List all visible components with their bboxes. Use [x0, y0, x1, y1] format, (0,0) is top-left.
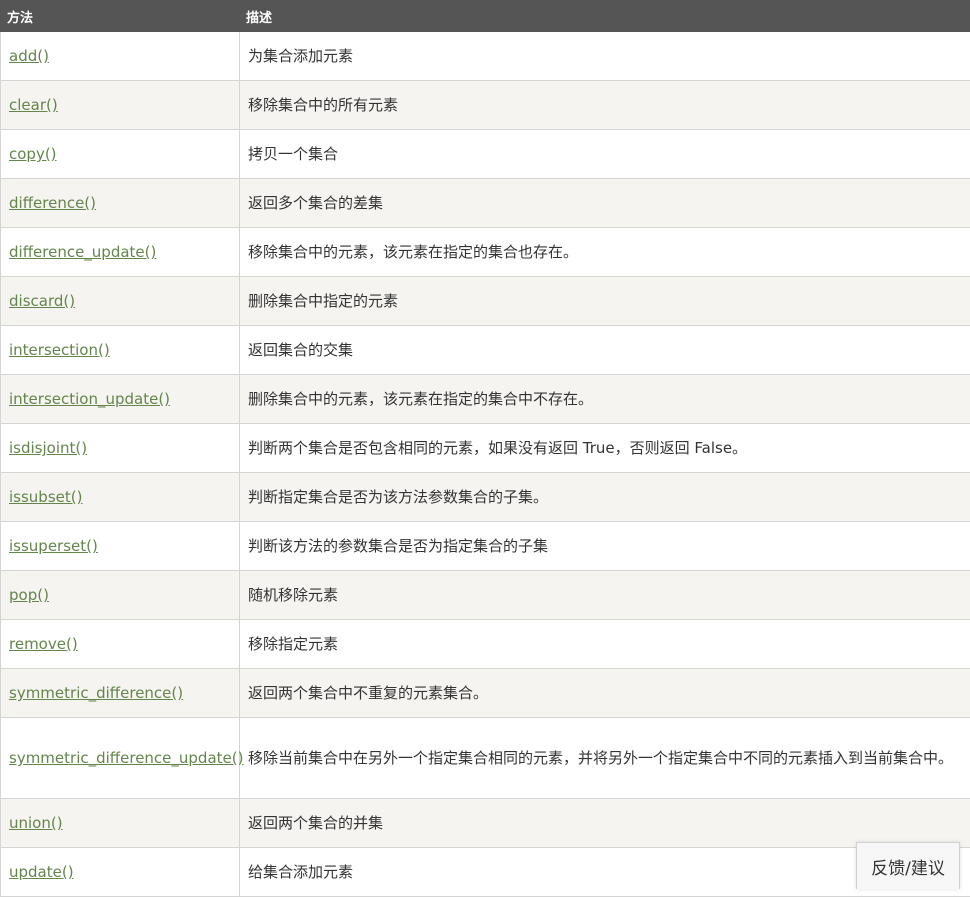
method-link-discard[interactable]: discard() [9, 292, 75, 310]
description-cell: 删除集合中指定的元素 [240, 277, 970, 326]
description-cell: 移除当前集合中在另外一个指定集合相同的元素，并将另外一个指定集合中不同的元素插入… [240, 718, 970, 799]
method-link-update[interactable]: update() [9, 863, 74, 881]
description-cell: 判断指定集合是否为该方法参数集合的子集。 [240, 473, 970, 522]
method-link-difference[interactable]: difference() [9, 194, 96, 212]
description-cell: 为集合添加元素 [240, 32, 970, 81]
table-row: intersection_update() 删除集合中的元素，该元素在指定的集合… [1, 375, 970, 424]
set-methods-table: 方法 描述 add() 为集合添加元素 clear() 移除集合中的所有元素 c… [0, 0, 970, 897]
table-row: pop() 随机移除元素 [1, 571, 970, 620]
table-row: intersection() 返回集合的交集 [1, 326, 970, 375]
method-link-intersection-update[interactable]: intersection_update() [9, 390, 170, 408]
method-link-add[interactable]: add() [9, 47, 49, 65]
method-link-symmetric-difference-update[interactable]: symmetric_difference_update() [9, 749, 243, 767]
method-link-remove[interactable]: remove() [9, 635, 78, 653]
table-row: remove() 移除指定元素 [1, 620, 970, 669]
table-row: symmetric_difference_update() 移除当前集合中在另外… [1, 718, 970, 799]
table-row: add() 为集合添加元素 [1, 32, 970, 81]
description-cell: 返回两个集合中不重复的元素集合。 [240, 669, 970, 718]
table-row: difference_update() 移除集合中的元素，该元素在指定的集合也存… [1, 228, 970, 277]
table-row: clear() 移除集合中的所有元素 [1, 81, 970, 130]
method-link-issubset[interactable]: issubset() [9, 488, 82, 506]
method-link-issuperset[interactable]: issuperset() [9, 537, 98, 555]
method-link-isdisjoint[interactable]: isdisjoint() [9, 439, 87, 457]
table-row: copy() 拷贝一个集合 [1, 130, 970, 179]
table-header-row: 方法 描述 [1, 1, 970, 32]
table-row: isdisjoint() 判断两个集合是否包含相同的元素，如果没有返回 True… [1, 424, 970, 473]
set-methods-table-container: 方法 描述 add() 为集合添加元素 clear() 移除集合中的所有元素 c… [0, 0, 970, 897]
method-link-symmetric-difference[interactable]: symmetric_difference() [9, 684, 183, 702]
method-link-intersection[interactable]: intersection() [9, 341, 110, 359]
feedback-button[interactable]: 反馈/建议 [856, 842, 960, 889]
description-cell: 删除集合中的元素，该元素在指定的集合中不存在。 [240, 375, 970, 424]
table-row: issuperset() 判断该方法的参数集合是否为指定集合的子集 [1, 522, 970, 571]
description-cell: 返回多个集合的差集 [240, 179, 970, 228]
description-cell: 随机移除元素 [240, 571, 970, 620]
description-cell: 返回两个集合的并集 [240, 799, 970, 848]
description-cell: 移除集合中的元素，该元素在指定的集合也存在。 [240, 228, 970, 277]
table-row: union() 返回两个集合的并集 [1, 799, 970, 848]
method-link-difference-update[interactable]: difference_update() [9, 243, 156, 261]
header-description: 描述 [240, 1, 970, 32]
table-row: update() 给集合添加元素 [1, 848, 970, 897]
description-cell: 拷贝一个集合 [240, 130, 970, 179]
table-row: symmetric_difference() 返回两个集合中不重复的元素集合。 [1, 669, 970, 718]
description-cell: 移除指定元素 [240, 620, 970, 669]
table-row: issubset() 判断指定集合是否为该方法参数集合的子集。 [1, 473, 970, 522]
method-link-copy[interactable]: copy() [9, 145, 57, 163]
method-link-union[interactable]: union() [9, 814, 63, 832]
description-cell: 移除集合中的所有元素 [240, 81, 970, 130]
description-cell: 判断两个集合是否包含相同的元素，如果没有返回 True，否则返回 False。 [240, 424, 970, 473]
method-link-pop[interactable]: pop() [9, 586, 49, 604]
description-cell: 返回集合的交集 [240, 326, 970, 375]
description-cell: 判断该方法的参数集合是否为指定集合的子集 [240, 522, 970, 571]
method-link-clear[interactable]: clear() [9, 96, 58, 114]
table-row: discard() 删除集合中指定的元素 [1, 277, 970, 326]
table-row: difference() 返回多个集合的差集 [1, 179, 970, 228]
header-method: 方法 [1, 1, 240, 32]
